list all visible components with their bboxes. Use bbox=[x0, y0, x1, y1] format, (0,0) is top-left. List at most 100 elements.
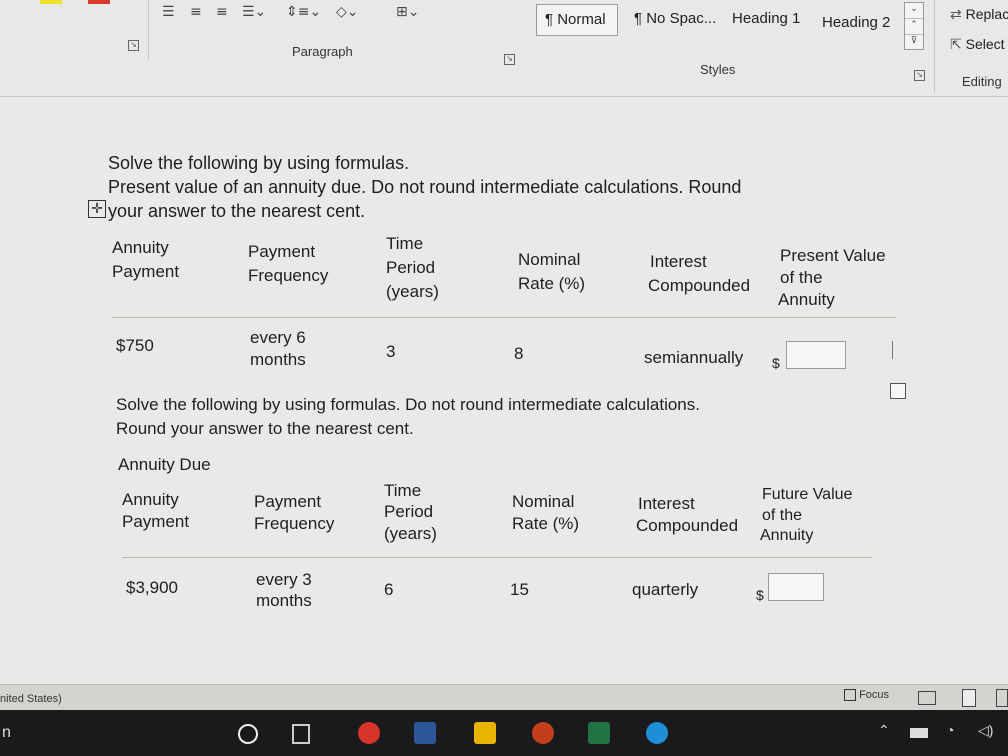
powerpoint-icon[interactable] bbox=[532, 722, 554, 744]
row-frequency-2: months bbox=[250, 350, 306, 369]
header2-time-1: Time bbox=[384, 481, 422, 500]
style-normal-label: ¶ Normal bbox=[545, 11, 606, 28]
cortana-icon[interactable] bbox=[238, 724, 258, 744]
problem2-subtitle: Annuity Due bbox=[118, 455, 211, 474]
focus-label: Focus bbox=[859, 689, 890, 701]
header2-value-3: Annuity bbox=[760, 527, 814, 544]
focus-icon bbox=[844, 689, 856, 702]
row2-frequency-2: months bbox=[256, 591, 312, 610]
taskbar-left-text: n bbox=[2, 724, 11, 741]
header2-nominal-2: Rate (%) bbox=[512, 514, 580, 533]
font-dialog-launcher-icon[interactable]: ↘ bbox=[128, 40, 139, 51]
header-interest-1: Interest bbox=[650, 252, 707, 271]
style-heading-1[interactable]: Heading 1 bbox=[724, 4, 812, 36]
row2-annuity-payment: $3,900 bbox=[126, 578, 178, 597]
select-button[interactable]: ⇱ Select bbox=[950, 36, 1005, 53]
problem1-line1: Solve the following by using formulas. bbox=[108, 153, 410, 173]
header-payment-freq-2: Frequency bbox=[248, 266, 329, 285]
paragraph-dialog-launcher-icon[interactable]: ↘ bbox=[504, 54, 515, 65]
currency-symbol-2: $ bbox=[756, 587, 764, 603]
font-color-swatch-yellow[interactable] bbox=[40, 0, 62, 4]
borders-icon[interactable]: ⊞⌄ bbox=[396, 4, 419, 22]
header2-time-2: Period bbox=[384, 502, 434, 521]
styles-group-label: Styles bbox=[700, 62, 736, 77]
styles-dialog-launcher-icon[interactable]: ↘ bbox=[914, 70, 925, 81]
justify-icon[interactable]: ☰⌄ bbox=[242, 4, 266, 22]
row-nominal-rate: 8 bbox=[514, 344, 524, 363]
volume-icon[interactable]: ◁) bbox=[978, 722, 993, 739]
chevron-up-icon[interactable]: ⌃ bbox=[905, 19, 923, 35]
print-layout-icon[interactable] bbox=[962, 689, 976, 707]
row2-frequency-1: every 3 bbox=[256, 570, 312, 589]
chrome-icon[interactable] bbox=[358, 722, 380, 744]
focus-button[interactable]: Focus bbox=[844, 689, 890, 702]
problem2-line1: Solve the following by using formulas. D… bbox=[116, 395, 700, 414]
header-time-2: Period bbox=[386, 258, 436, 277]
task-view-icon[interactable] bbox=[292, 724, 310, 744]
table-divider bbox=[112, 317, 896, 318]
style-normal[interactable]: ¶ Normal bbox=[536, 4, 618, 36]
table-move-handle-icon[interactable]: ✛ bbox=[88, 200, 106, 218]
editing-group-label: Editing bbox=[962, 74, 1002, 89]
replace-icon: ⇄ bbox=[950, 6, 962, 22]
header2-interest-1: Interest bbox=[638, 494, 695, 513]
replace-label: Replac bbox=[965, 6, 1008, 22]
header-value-3: Annuity bbox=[778, 290, 835, 309]
replace-button[interactable]: ⇄ Replac bbox=[950, 6, 1008, 23]
problem1-line3: your answer to the nearest cent. bbox=[108, 201, 366, 221]
row-frequency-1: every 6 bbox=[250, 328, 306, 347]
status-bar: nited States) Focus bbox=[0, 684, 1008, 711]
style-no-spacing-label: ¶ No Spac... bbox=[634, 10, 717, 27]
checkbox-icon[interactable] bbox=[890, 383, 906, 399]
header2-value-1: Future Value bbox=[762, 486, 853, 503]
styles-scroll[interactable]: ⌄ ⌃ ⊽ bbox=[904, 2, 924, 50]
style-heading-1-label: Heading 1 bbox=[732, 10, 801, 27]
header-time-1: Time bbox=[386, 234, 424, 253]
header2-payment-freq-1: Payment bbox=[254, 492, 322, 511]
row2-nominal-rate: 15 bbox=[510, 580, 529, 599]
currency-symbol: $ bbox=[772, 355, 780, 371]
header-nominal-1: Nominal bbox=[518, 250, 581, 269]
header2-nominal-1: Nominal bbox=[512, 492, 575, 511]
align-center-icon[interactable]: ≡ bbox=[190, 4, 202, 22]
header-annuity: Annuity bbox=[112, 238, 169, 257]
battery-icon[interactable] bbox=[910, 728, 928, 738]
header-value-1: Present Value bbox=[780, 246, 886, 265]
row-time-period: 3 bbox=[386, 342, 396, 361]
more-styles-icon[interactable]: ⊽ bbox=[905, 35, 923, 50]
language-indicator[interactable]: nited States) bbox=[0, 693, 62, 705]
header-payment-freq-1: Payment bbox=[248, 242, 316, 261]
word-icon[interactable] bbox=[414, 722, 436, 744]
font-color-swatch-red[interactable] bbox=[88, 0, 110, 4]
row-interest-compounded: semiannually bbox=[644, 348, 744, 367]
read-mode-icon[interactable] bbox=[918, 691, 936, 705]
present-value-answer-field[interactable] bbox=[786, 341, 846, 369]
line-spacing-icon[interactable]: ⇕≡⌄ bbox=[286, 4, 321, 22]
file-explorer-icon[interactable] bbox=[474, 722, 496, 744]
wifi-icon[interactable]: ◔ bbox=[946, 722, 954, 738]
header2-payment: Payment bbox=[122, 512, 190, 531]
header-payment: Payment bbox=[112, 262, 180, 281]
edge-icon[interactable] bbox=[646, 722, 668, 744]
text-cursor-marker bbox=[892, 341, 893, 359]
style-heading-2[interactable]: Heading 2 bbox=[814, 8, 902, 40]
excel-icon[interactable] bbox=[588, 722, 610, 744]
header2-payment-freq-2: Frequency bbox=[254, 514, 335, 533]
chevron-up-icon[interactable]: ⌃ bbox=[878, 722, 890, 739]
web-layout-icon[interactable] bbox=[996, 689, 1008, 707]
cursor-icon: ⇱ bbox=[950, 36, 962, 52]
problem2-line2: Round your answer to the nearest cent. bbox=[116, 419, 414, 438]
ribbon: ☰ ≡ ≡ ☰⌄ ⇕≡⌄ ◇⌄ ⊞⌄ ↘ Paragraph ↘ ¶ Norma… bbox=[0, 0, 1008, 97]
vertical-divider bbox=[934, 0, 935, 92]
style-no-spacing[interactable]: ¶ No Spac... bbox=[626, 4, 722, 36]
vertical-divider bbox=[148, 0, 149, 60]
align-right-icon[interactable]: ≡ bbox=[216, 4, 228, 22]
future-value-answer-field[interactable] bbox=[768, 573, 824, 601]
document-page: Solve the following by using formulas. P… bbox=[0, 97, 1008, 697]
header2-interest-2: Compounded bbox=[636, 516, 739, 535]
align-left-icon[interactable]: ☰ bbox=[162, 4, 175, 22]
row2-time-period: 6 bbox=[384, 580, 394, 599]
shading-icon[interactable]: ◇⌄ bbox=[336, 4, 359, 22]
chevron-down-icon[interactable]: ⌄ bbox=[905, 3, 923, 19]
row-annuity-payment: $750 bbox=[116, 336, 154, 355]
